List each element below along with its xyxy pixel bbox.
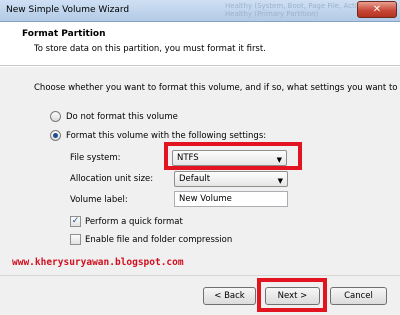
radio-format-volume-label: Format this volume with the following se… (66, 130, 267, 141)
window-title: New Simple Volume Wizard (6, 5, 130, 15)
radio-format-volume[interactable]: Format this volume with the following se… (50, 130, 266, 141)
quick-format-label: Perform a quick format (85, 216, 183, 227)
page-subtitle: To store data on this partition, you mus… (34, 44, 266, 54)
close-icon: ✕ (372, 4, 382, 15)
compression-checkbox[interactable] (70, 234, 81, 245)
radio-do-not-format[interactable]: Do not format this volume (50, 111, 178, 122)
wizard-header: Format Partition To store data on this p… (0, 22, 400, 66)
page-title: Format Partition (22, 29, 106, 39)
volume-label-value: New Volume (179, 194, 232, 204)
compression-checkbox-row[interactable]: Enable file and folder compression (70, 234, 232, 245)
close-button[interactable]: ✕ (357, 1, 397, 18)
watermark-text: www.kherysuryawan.blogspot.com (12, 257, 184, 268)
cancel-button[interactable]: Cancel (330, 287, 387, 305)
compression-label: Enable file and folder compression (85, 234, 233, 245)
wizard-content: Choose whether you want to format this v… (0, 67, 400, 275)
highlight-frame-next (257, 278, 327, 312)
allocation-unit-size-label: Allocation unit size: (70, 174, 154, 184)
radio-do-not-format-label: Do not format this volume (66, 111, 178, 122)
highlight-frame-file-system (164, 142, 302, 170)
dropdown-arrow-icon: ▼ (277, 177, 283, 185)
volume-label-input[interactable]: New Volume (174, 191, 288, 207)
file-system-label: File system: (70, 153, 121, 163)
volume-label-label: Volume label: (70, 195, 128, 205)
instructions-text: Choose whether you want to format this v… (34, 83, 400, 93)
back-button[interactable]: < Back (203, 287, 256, 305)
wizard-footer: < Back Next > Cancel (0, 275, 400, 315)
radio-button-selected[interactable] (50, 130, 61, 141)
allocation-unit-size-dropdown[interactable]: Default ▼ (174, 171, 288, 187)
radio-button[interactable] (50, 111, 61, 122)
title-bar: New Simple Volume Wizard Healthy (System… (0, 0, 400, 22)
quick-format-checkbox-row[interactable]: ✓ Perform a quick format (70, 216, 183, 227)
allocation-unit-size-value: Default (179, 174, 211, 184)
quick-format-checkbox[interactable]: ✓ (70, 216, 81, 227)
